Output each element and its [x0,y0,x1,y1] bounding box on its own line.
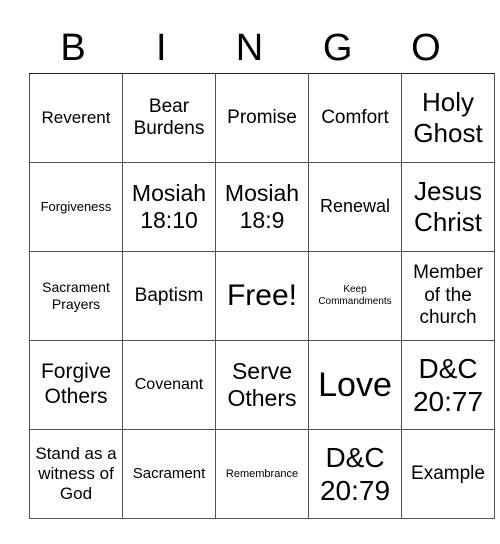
bingo-cell[interactable]: Covenant [122,340,216,430]
bingo-cell[interactable]: Bear Burdens [122,73,216,163]
bingo-cell[interactable]: Stand as a witness of God [29,429,123,519]
bingo-cell[interactable]: Member of the church [401,251,495,341]
bingo-cell[interactable]: Mosiah 18:10 [122,162,216,252]
bingo-cell[interactable]: Remembrance [215,429,309,519]
bingo-cell[interactable]: Sacrament Prayers [29,251,123,341]
bingo-cell[interactable]: Love [308,340,402,430]
bingo-board: Reverent Bear Burdens Promise Comfort Ho… [29,73,495,519]
bingo-cell[interactable]: Promise [215,73,309,163]
board-row: Forgiveness Mosiah 18:10 Mosiah 18:9 Ren… [29,162,495,252]
bingo-cell[interactable]: Serve Others [215,340,309,430]
header-letter-o: O [411,27,441,69]
bingo-header: B I N G O [29,24,470,72]
bingo-cell[interactable]: Forgiveness [29,162,123,252]
header-letter-n: N [235,27,264,69]
bingo-cell[interactable]: Mosiah 18:9 [215,162,309,252]
bingo-cell[interactable]: Keep Commandments [308,251,402,341]
board-row: Stand as a witness of God Sacrament Reme… [29,429,495,519]
board-row: Reverent Bear Burdens Promise Comfort Ho… [29,73,495,163]
header-letter-b: B [60,27,86,69]
board-row: Forgive Others Covenant Serve Others Lov… [29,340,495,430]
bingo-cell[interactable]: D&C 20:79 [308,429,402,519]
header-letter-i: I [156,27,167,69]
bingo-cell[interactable]: Reverent [29,73,123,163]
bingo-cell[interactable]: Forgive Others [29,340,123,430]
board-row: Sacrament Prayers Baptism Free! Keep Com… [29,251,495,341]
bingo-cell[interactable]: Jesus Christ [401,162,495,252]
bingo-cell[interactable]: Baptism [122,251,216,341]
header-letter-g: G [322,27,353,69]
bingo-cell[interactable]: Comfort [308,73,402,163]
free-space-cell[interactable]: Free! [215,251,309,341]
bingo-cell[interactable]: D&C 20:77 [401,340,495,430]
bingo-cell[interactable]: Holy Ghost [401,73,495,163]
bingo-cell[interactable]: Example [401,429,495,519]
bingo-cell[interactable]: Sacrament [122,429,216,519]
bingo-cell[interactable]: Renewal [308,162,402,252]
